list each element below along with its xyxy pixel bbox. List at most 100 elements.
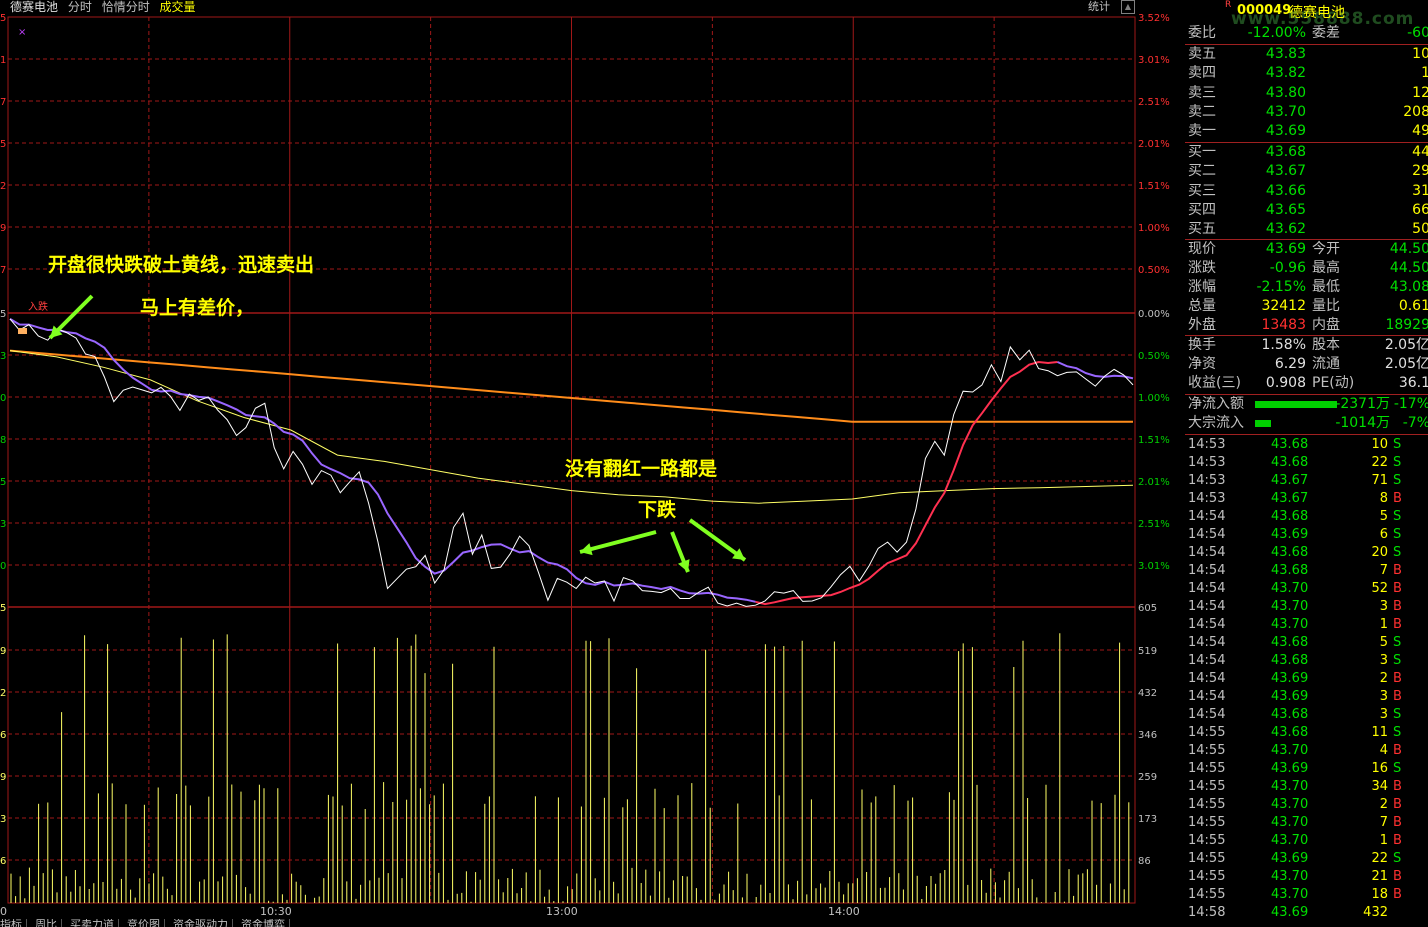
tab-volume[interactable]: 成交量 <box>160 0 196 14</box>
left-axis-label: 0 <box>0 561 6 572</box>
tick-row: 14:54 43.69 3 B <box>1188 689 1402 704</box>
annotation-down: 下跌 <box>638 499 677 521</box>
tick-row: 14:54 43.70 3 B <box>1188 599 1402 614</box>
tick-row: 14:53 43.67 8 B <box>1188 491 1402 506</box>
tick-row: 14:54 43.69 6 S <box>1188 527 1402 542</box>
left-axis-label: 7 <box>0 265 6 276</box>
indicator-tab-bar: 指标 周比 买卖力道 竞价图 资金驱动力 资金博弈 <box>0 919 1140 927</box>
scroll-up-icon[interactable]: ▲ <box>1121 0 1135 14</box>
left-axis-label: 9 <box>0 223 6 234</box>
bid-row: 买一 43.68 44 <box>1188 144 1428 160</box>
r-tag: R <box>1225 0 1232 10</box>
tick-row: 14:55 43.70 1 B <box>1188 833 1402 848</box>
quote-row: 现价 43.69 今开 44.50 <box>1188 241 1428 257</box>
indicator-tab[interactable]: 买卖力道 <box>70 919 119 927</box>
quote-row: 涨跌 -0.96 最高 44.50 <box>1188 260 1428 276</box>
bid-row: 买五 43.62 50 <box>1188 221 1428 238</box>
left-axis-label: 3 <box>0 351 6 362</box>
tick-row: 14:55 43.70 2 B <box>1188 797 1402 812</box>
tick-row: 14:54 43.68 5 S <box>1188 509 1402 524</box>
tick-row: 14:55 43.70 34 B <box>1188 779 1402 794</box>
left-axis-label: 3 <box>0 814 6 825</box>
left-axis-label: 6 <box>0 856 6 867</box>
tick-row: 14:54 43.68 20 S <box>1188 545 1402 560</box>
quote-panel: www.558888.com R 000049 德赛电池 委比 -12.00% 委… <box>1185 0 1428 927</box>
indicator-tab[interactable]: 资金博弈 <box>241 919 290 927</box>
fundamental-row: 收益(三) 0.908 PE(动) 36.1 <box>1188 375 1428 391</box>
ma-purple-line <box>1057 361 1134 380</box>
quote-row: 外盘 13483 内盘 18929 <box>1188 317 1428 333</box>
pct-axis-label: 3.52% <box>1138 13 1170 24</box>
indicator-tab[interactable]: 指标 <box>0 919 27 927</box>
indicator-tab[interactable]: 周比 <box>35 919 62 927</box>
left-axis-label: 5 <box>0 309 6 320</box>
tick-row: 14:54 43.68 7 B <box>1188 563 1402 578</box>
pct-axis-label: 1.51% <box>1138 435 1170 446</box>
time-axis-label: 14:00 <box>828 905 860 918</box>
volume-axis-label: 346 <box>1138 730 1157 741</box>
tick-row: 14:55 43.70 21 B <box>1188 869 1402 884</box>
tick-row: 14:54 43.68 5 S <box>1188 635 1402 650</box>
ask-row: 卖四 43.82 1 <box>1188 65 1428 82</box>
time-axis-label: 0 <box>0 905 7 918</box>
annotation-small-red: 入跌 <box>28 302 48 313</box>
pct-axis-label: 2.51% <box>1138 519 1170 530</box>
panel-divider <box>1185 434 1428 435</box>
tab-intraday[interactable]: 分时 <box>68 0 92 14</box>
marker-x-icon: × <box>18 27 26 38</box>
time-axis-label: 13:00 <box>546 905 578 918</box>
tick-row: 14:55 43.70 7 B <box>1188 815 1402 830</box>
left-axis-label: 2 <box>0 688 6 699</box>
tick-row: 14:54 43.70 1 B <box>1188 617 1402 632</box>
ask-row: 卖二 43.70 208 <box>1188 103 1428 120</box>
tick-row: 14:58 43.69 432 <box>1188 905 1388 920</box>
tick-row: 14:54 43.69 2 B <box>1188 671 1402 686</box>
annotation-spread: 马上有差价， <box>140 297 255 319</box>
pct-axis-label: 2.01% <box>1138 477 1170 488</box>
tick-row: 14:55 43.69 16 S <box>1188 761 1402 776</box>
left-axis-label: 5 <box>0 603 6 614</box>
tick-row: 14:54 43.70 52 B <box>1188 581 1402 596</box>
stock-code: 000049 <box>1237 3 1292 18</box>
tick-row: 14:54 43.68 3 S <box>1188 707 1402 722</box>
indicator-tab[interactable]: 竞价图 <box>127 919 165 927</box>
arrow-left-icon <box>579 530 657 554</box>
tick-row: 14:55 43.68 11 S <box>1188 725 1402 740</box>
tick-row: 14:54 43.68 3 S <box>1188 653 1402 668</box>
ask-row: 卖三 43.80 12 <box>1188 84 1428 101</box>
indicator-tab[interactable]: 资金驱动力 <box>173 919 233 927</box>
pct-axis-label: 2.01% <box>1138 139 1170 150</box>
left-axis-label: 6 <box>0 730 6 741</box>
left-axis-label: 0 <box>0 393 6 404</box>
fundamental-row: 换手 1.58% 股本 2.05亿 <box>1188 337 1428 353</box>
left-axis-label: 1 <box>0 55 6 66</box>
pct-axis-label: 1.51% <box>1138 181 1170 192</box>
order-ratio-row: 委比 -12.00% 委差 -60 <box>1188 25 1428 41</box>
pct-axis-label: 0.00% <box>1138 309 1170 320</box>
pct-axis-label: 3.01% <box>1138 55 1170 66</box>
volume-axis-label: 86 <box>1138 856 1151 867</box>
tick-row: 14:53 43.68 22 S <box>1188 455 1402 470</box>
fund-flow-row: 净流入额 -2371万 -17% <box>1188 396 1428 412</box>
tab-custom-intraday[interactable]: 恰情分时 <box>102 0 150 14</box>
tick-row: 14:53 43.67 71 S <box>1188 473 1402 488</box>
stock-name: 德赛电池 <box>1289 5 1345 21</box>
volume-axis-label: 519 <box>1138 646 1157 657</box>
left-axis-label: 8 <box>0 435 6 446</box>
bid-row: 买四 43.65 66 <box>1188 201 1428 218</box>
stock-name-tab[interactable]: 德赛电池 <box>10 0 58 14</box>
left-axis-label: 7 <box>0 97 6 108</box>
fundamental-row: 净资 6.29 流通 2.05亿 <box>1188 356 1428 372</box>
stats-button[interactable]: 统计 <box>1088 0 1110 14</box>
pct-axis-label: 2.51% <box>1138 97 1170 108</box>
pct-axis-label: 0.50% <box>1138 265 1170 276</box>
ask-row: 卖一 43.69 49 <box>1188 123 1428 140</box>
left-axis-label: 2 <box>0 181 6 192</box>
ma-red-line <box>755 360 1058 606</box>
quote-row: 涨幅 -2.15% 最低 43.08 <box>1188 279 1428 295</box>
tick-row: 14:53 43.68 10 S <box>1188 437 1402 452</box>
fund-flow-row: 大宗流入 -1014万 -7% <box>1188 415 1428 431</box>
left-axis-label: 5 <box>0 477 6 488</box>
pct-axis-label: 0.50% <box>1138 351 1170 362</box>
chart-tab-bar: 德赛电池 分时 恰情分时 成交量 <box>0 0 1140 15</box>
